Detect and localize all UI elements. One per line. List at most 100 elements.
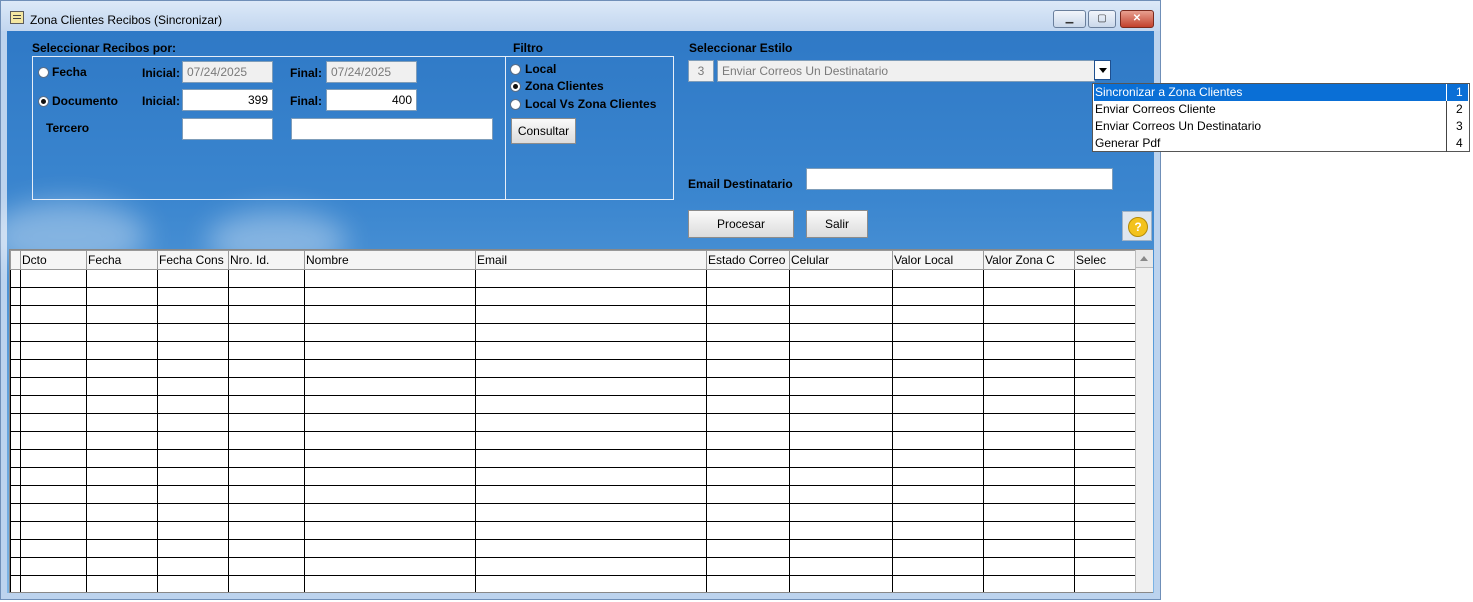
table-cell[interactable]: [157, 359, 229, 378]
table-cell[interactable]: [157, 305, 229, 324]
table-cell[interactable]: [157, 557, 229, 576]
table-cell[interactable]: [892, 557, 984, 576]
table-cell[interactable]: [983, 557, 1075, 576]
table-cell[interactable]: [86, 395, 158, 414]
table-cell[interactable]: [892, 341, 984, 360]
table-cell[interactable]: [1074, 485, 1136, 504]
table-cell[interactable]: [789, 521, 893, 540]
table-cell[interactable]: [157, 395, 229, 414]
table-row[interactable]: [10, 341, 1136, 360]
table-cell[interactable]: [475, 305, 707, 324]
col-fecha-cons[interactable]: Fecha Cons: [157, 250, 229, 270]
table-cell[interactable]: [789, 503, 893, 522]
table-cell[interactable]: [706, 323, 790, 342]
table-cell[interactable]: [304, 341, 476, 360]
table-cell[interactable]: [789, 575, 893, 592]
email-destinatario-input[interactable]: [806, 168, 1113, 190]
table-cell[interactable]: [20, 539, 87, 558]
table-cell[interactable]: [475, 485, 707, 504]
table-cell[interactable]: [1074, 341, 1136, 360]
table-cell[interactable]: [706, 539, 790, 558]
table-cell[interactable]: [304, 503, 476, 522]
table-cell[interactable]: [304, 467, 476, 486]
table-cell[interactable]: [789, 323, 893, 342]
table-cell[interactable]: [789, 287, 893, 306]
table-cell[interactable]: [86, 485, 158, 504]
table-cell[interactable]: [475, 413, 707, 432]
col-nombre[interactable]: Nombre: [304, 250, 476, 270]
table-cell[interactable]: [983, 431, 1075, 450]
table-cell[interactable]: [892, 539, 984, 558]
table-cell[interactable]: [304, 359, 476, 378]
col-fecha[interactable]: Fecha: [86, 250, 158, 270]
table-cell[interactable]: [475, 431, 707, 450]
row-selector[interactable]: [10, 521, 21, 540]
row-selector[interactable]: [10, 359, 21, 378]
table-cell[interactable]: [1074, 431, 1136, 450]
table-cell[interactable]: [1074, 449, 1136, 468]
col-valor-zona-c[interactable]: Valor Zona C: [983, 250, 1075, 270]
table-cell[interactable]: [228, 539, 305, 558]
table-cell[interactable]: [228, 287, 305, 306]
table-cell[interactable]: [20, 323, 87, 342]
table-row[interactable]: [10, 287, 1136, 306]
table-cell[interactable]: [789, 359, 893, 378]
table-cell[interactable]: [1074, 305, 1136, 324]
row-selector[interactable]: [10, 341, 21, 360]
title-bar[interactable]: Zona Clientes Recibos (Sincronizar) ▁ ▢ …: [1, 1, 1160, 31]
table-cell[interactable]: [789, 431, 893, 450]
table-row[interactable]: [10, 269, 1136, 288]
table-cell[interactable]: [157, 575, 229, 592]
table-row[interactable]: [10, 395, 1136, 414]
table-cell[interactable]: [86, 341, 158, 360]
procesar-button[interactable]: Procesar: [688, 210, 794, 238]
grid-vertical-scrollbar[interactable]: [1135, 250, 1153, 592]
table-cell[interactable]: [1074, 413, 1136, 432]
table-cell[interactable]: [789, 377, 893, 396]
table-cell[interactable]: [304, 269, 476, 288]
table-cell[interactable]: [304, 539, 476, 558]
table-cell[interactable]: [86, 503, 158, 522]
table-cell[interactable]: [789, 485, 893, 504]
salir-button[interactable]: Salir: [806, 210, 868, 238]
table-row[interactable]: [10, 467, 1136, 486]
table-cell[interactable]: [228, 485, 305, 504]
row-selector[interactable]: [10, 395, 21, 414]
table-cell[interactable]: [86, 449, 158, 468]
table-cell[interactable]: [706, 449, 790, 468]
table-cell[interactable]: [706, 575, 790, 592]
table-cell[interactable]: [983, 395, 1075, 414]
row-selector[interactable]: [10, 557, 21, 576]
table-cell[interactable]: [983, 413, 1075, 432]
estilo-select[interactable]: Enviar Correos Un Destinatario: [717, 60, 1095, 82]
table-cell[interactable]: [706, 503, 790, 522]
table-cell[interactable]: [228, 377, 305, 396]
row-selector[interactable]: [10, 539, 21, 558]
table-cell[interactable]: [86, 539, 158, 558]
table-row[interactable]: [10, 359, 1136, 378]
table-cell[interactable]: [892, 305, 984, 324]
table-row[interactable]: [10, 557, 1136, 576]
table-cell[interactable]: [228, 503, 305, 522]
fecha-radio[interactable]: [38, 67, 49, 78]
tercero-name-input[interactable]: [291, 118, 493, 140]
fecha-inicial-input[interactable]: 07/24/2025: [182, 61, 273, 83]
documento-inicial-input[interactable]: 399: [182, 89, 273, 111]
table-cell[interactable]: [86, 521, 158, 540]
table-cell[interactable]: [86, 359, 158, 378]
table-cell[interactable]: [304, 305, 476, 324]
table-row[interactable]: [10, 485, 1136, 504]
table-row[interactable]: [10, 521, 1136, 540]
table-cell[interactable]: [157, 377, 229, 396]
filtro-zona-clientes-radio[interactable]: [510, 81, 521, 92]
documento-final-input[interactable]: 400: [326, 89, 417, 111]
row-selector[interactable]: [10, 467, 21, 486]
table-cell[interactable]: [892, 269, 984, 288]
table-cell[interactable]: [20, 359, 87, 378]
table-cell[interactable]: [304, 557, 476, 576]
table-cell[interactable]: [706, 341, 790, 360]
table-cell[interactable]: [475, 359, 707, 378]
table-cell[interactable]: [86, 431, 158, 450]
table-cell[interactable]: [706, 377, 790, 396]
table-cell[interactable]: [983, 449, 1075, 468]
